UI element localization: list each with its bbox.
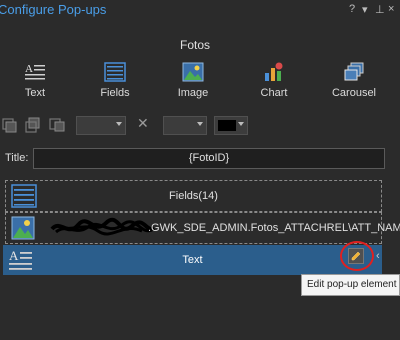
add-chart-button[interactable]: Chart	[242, 62, 306, 104]
ribbon-label-image: Image	[177, 87, 209, 99]
image-icon	[182, 62, 204, 82]
annotation-circle	[340, 241, 374, 271]
ribbon-label-chart: Chart	[260, 87, 288, 99]
tooltip: Edit pop-up element	[301, 274, 400, 296]
add-text-button[interactable]: A Text	[3, 62, 67, 104]
layer-name: Fotos	[179, 38, 210, 52]
window-title: Configure Pop-ups	[0, 2, 107, 17]
element-row-image[interactable]: .GWK_SDE_ADMIN.Fotos_ATTACHREL\ATT_NAME}	[5, 212, 400, 244]
chart-icon	[265, 62, 283, 81]
carousel-icon	[344, 62, 364, 81]
element-label: Text	[182, 254, 203, 266]
svg-text:A: A	[25, 63, 33, 75]
chevron-left-icon[interactable]: ‹	[376, 250, 380, 262]
title-row: Title: {FotoID}	[0, 146, 400, 170]
element-label: Fields(14)	[169, 190, 218, 202]
font-family-select[interactable]	[76, 116, 126, 135]
format-toolbar: ✕	[0, 114, 400, 136]
chevron-down-icon	[116, 122, 122, 126]
element-label: .GWK_SDE_ADMIN.Fotos_ATTACHREL\ATT_NAME}	[148, 222, 400, 234]
add-image-button[interactable]: Image	[161, 62, 225, 104]
text-color-picker[interactable]	[214, 116, 248, 135]
pin-icon[interactable]: ⊥	[375, 3, 385, 16]
move-up-icon[interactable]	[0, 116, 18, 134]
text-icon: A	[25, 63, 45, 80]
redacted-scribble	[50, 217, 156, 236]
chevron-down-icon	[197, 122, 203, 126]
color-swatch	[218, 120, 236, 131]
image-icon	[11, 216, 35, 240]
move-down-icon[interactable]	[24, 116, 42, 134]
ribbon-label-carousel: Carousel	[331, 87, 377, 99]
add-carousel-button[interactable]: Carousel	[322, 62, 386, 104]
title-input[interactable]: {FotoID}	[33, 148, 385, 169]
help-icon[interactable]: ?	[349, 3, 355, 15]
close-icon[interactable]: ×	[388, 3, 394, 15]
element-row-fields[interactable]: Fields(14)	[5, 180, 382, 212]
element-row-text[interactable]: A Text	[3, 245, 382, 275]
ribbon-label-text: Text	[24, 87, 46, 99]
font-size-select[interactable]	[163, 116, 207, 135]
title-label: Title:	[5, 152, 29, 164]
fields-icon	[104, 62, 126, 82]
add-fields-button[interactable]: Fields	[83, 62, 147, 104]
window-titlebar: Configure Pop-ups ? ▾ ⊥ ×	[0, 0, 400, 22]
arrange-icon[interactable]	[48, 116, 66, 134]
clear-format-icon[interactable]: ✕	[137, 115, 149, 132]
ribbon-label-fields: Fields	[100, 87, 130, 99]
pane-menu-icon[interactable]: ▾	[362, 3, 368, 16]
chevron-down-icon	[238, 122, 244, 126]
